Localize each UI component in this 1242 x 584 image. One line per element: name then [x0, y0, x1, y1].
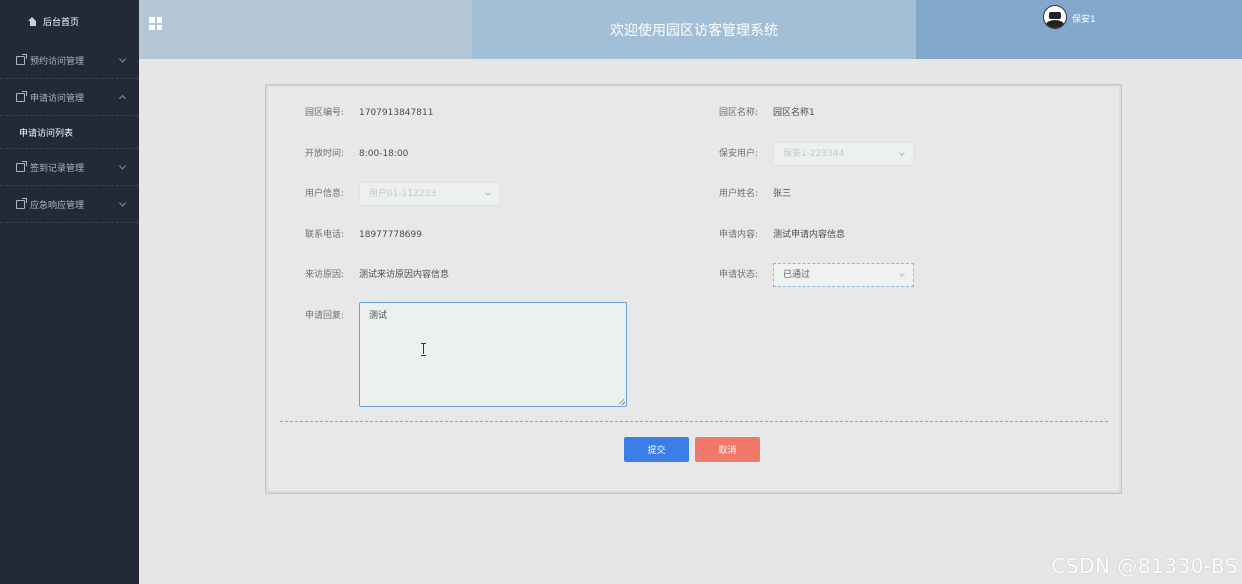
guard-user-label: 保安用户:: [718, 149, 758, 159]
header-user-area: 保安1: [916, 0, 1242, 59]
phone-label: 联系电话:: [304, 230, 344, 240]
sidebar-home-label: 后台首页: [43, 17, 80, 28]
chevron-down-icon: [118, 55, 127, 63]
open-time-label: 开放时间:: [304, 149, 344, 159]
menu-grid-icon[interactable]: [149, 17, 162, 30]
cancel-button-label: 取消: [718, 446, 737, 456]
submit-button-label: 提交: [647, 446, 666, 456]
park-name-label: 园区名称:: [718, 108, 758, 118]
watermark: CSDN @81330-BS: [1051, 554, 1238, 578]
cancel-button[interactable]: 取消: [695, 437, 760, 462]
visit-reason-label: 来访原因:: [304, 270, 344, 280]
text-cursor-icon: [421, 343, 426, 356]
divider: [280, 421, 1108, 422]
user-name-value: 张三: [773, 189, 792, 199]
form-row: 联系电话: 18977778699 申请内容: 测试申请内容信息: [266, 222, 1121, 248]
sidebar-subitem-label: 申请访问列表: [19, 128, 74, 139]
form-row: 来访原因: 测试来访原因内容信息 申请状态: 已通过: [266, 262, 1121, 288]
resize-handle-icon[interactable]: [619, 399, 625, 405]
guard-user-select-value: 保安1-223344: [783, 149, 845, 159]
user-info-label: 用户信息:: [304, 189, 344, 199]
open-time-value: 8:00-18:00: [359, 149, 409, 159]
chevron-down-icon: [899, 150, 905, 156]
edit-icon: [16, 160, 27, 172]
apply-content-label: 申请内容:: [718, 230, 758, 240]
header-left: [139, 0, 472, 59]
header-title-area: 欢迎使用园区访客管理系统: [472, 0, 916, 59]
reply-textarea-value: 测试: [369, 311, 388, 321]
sidebar-home[interactable]: 后台首页: [0, 0, 139, 42]
chevron-down-icon: [485, 190, 491, 196]
edit-icon: [16, 53, 27, 65]
form-row: 开放时间: 8:00-18:00 保安用户: 保安1-223344: [266, 141, 1121, 167]
sidebar: 后台首页 预约访问管理 申请访问管理 申请访问列表 签到记录管理 应急响应管理: [0, 0, 139, 584]
chevron-up-icon: [118, 94, 127, 103]
park-name-value: 园区名称1: [773, 108, 815, 118]
form-row: 园区编号: 1707913847811 园区名称: 园区名称1: [266, 100, 1121, 126]
visit-reason-value: 测试来访原因内容信息: [359, 270, 450, 280]
sidebar-item-checkin[interactable]: 签到记录管理: [0, 149, 139, 186]
chevron-down-icon: [118, 199, 127, 207]
status-select[interactable]: 已通过: [773, 263, 914, 287]
chevron-down-icon: [899, 271, 905, 277]
reply-textarea[interactable]: 测试: [359, 302, 627, 407]
sidebar-item-application[interactable]: 申请访问管理: [0, 79, 139, 116]
reply-label: 申请回复:: [304, 311, 344, 321]
application-form: 园区编号: 1707913847811 园区名称: 园区名称1 开放时间: 8:…: [265, 84, 1122, 494]
edit-icon: [16, 90, 27, 102]
guard-user-select[interactable]: 保安1-223344: [773, 142, 914, 166]
avatar[interactable]: [1043, 5, 1067, 29]
header: 欢迎使用园区访客管理系统 保安1: [139, 0, 1242, 59]
sidebar-item-label: 应急响应管理: [30, 200, 85, 211]
edit-icon: [16, 197, 27, 209]
sidebar-subitem-application-list[interactable]: 申请访问列表: [0, 116, 139, 149]
phone-value: 18977778699: [359, 230, 422, 240]
status-select-value: 已通过: [783, 270, 811, 280]
sidebar-item-emergency[interactable]: 应急响应管理: [0, 186, 139, 223]
submit-button[interactable]: 提交: [624, 437, 689, 462]
user-info-select[interactable]: 用户01-112233: [359, 182, 500, 206]
apply-content-value: 测试申请内容信息: [773, 230, 846, 240]
user-info-select-value: 用户01-112233: [369, 189, 437, 199]
sidebar-item-label: 申请访问管理: [30, 93, 85, 104]
park-no-label: 园区编号:: [304, 108, 344, 118]
user-name[interactable]: 保安1: [1072, 12, 1096, 25]
form-row: 用户信息: 用户01-112233 用户姓名: 张三: [266, 181, 1121, 207]
page-title: 欢迎使用园区访客管理系统: [610, 22, 778, 39]
user-name-label: 用户姓名:: [718, 189, 758, 199]
home-icon: [28, 16, 37, 26]
status-label: 申请状态:: [718, 270, 758, 280]
sidebar-item-label: 预约访问管理: [30, 56, 85, 67]
sidebar-item-reservation[interactable]: 预约访问管理: [0, 42, 139, 79]
sidebar-item-label: 签到记录管理: [30, 163, 85, 174]
chevron-down-icon: [118, 162, 127, 170]
park-no-value: 1707913847811: [359, 108, 434, 118]
